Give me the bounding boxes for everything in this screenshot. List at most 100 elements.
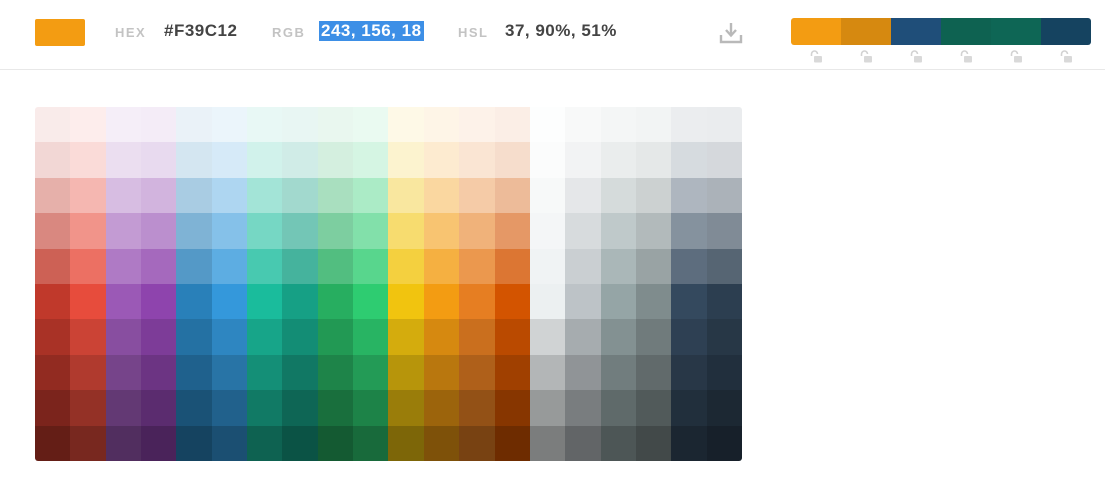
color-cell[interactable] <box>70 319 106 355</box>
color-cell[interactable] <box>141 425 177 461</box>
color-cell[interactable] <box>211 142 248 178</box>
color-cell[interactable] <box>565 284 601 320</box>
color-cell[interactable] <box>247 390 283 426</box>
palette-color-6[interactable] <box>1041 18 1091 45</box>
palette-color-1[interactable] <box>791 18 841 45</box>
color-cell[interactable] <box>353 319 389 355</box>
color-cell[interactable] <box>282 213 318 249</box>
download-icon[interactable] <box>718 20 744 46</box>
color-cell[interactable] <box>317 390 354 426</box>
color-cell[interactable] <box>211 284 248 320</box>
color-cell[interactable] <box>706 177 742 214</box>
color-cell[interactable] <box>105 213 142 249</box>
color-cell[interactable] <box>423 177 460 214</box>
color-cell[interactable] <box>247 213 283 249</box>
color-cell[interactable] <box>70 390 106 426</box>
color-cell[interactable] <box>459 248 495 284</box>
color-cell[interactable] <box>141 354 177 391</box>
color-cell[interactable] <box>565 177 601 214</box>
color-cell[interactable] <box>494 177 530 214</box>
color-cell[interactable] <box>706 142 742 178</box>
color-cell[interactable] <box>494 248 530 284</box>
color-cell[interactable] <box>282 142 318 178</box>
color-cell[interactable] <box>388 284 424 320</box>
color-cell[interactable] <box>459 142 495 178</box>
color-cell[interactable] <box>317 142 354 178</box>
color-cell[interactable] <box>494 390 530 426</box>
color-cell[interactable] <box>105 319 142 355</box>
color-cell[interactable] <box>459 284 495 320</box>
color-cell[interactable] <box>671 390 707 426</box>
hsl-value[interactable]: 37, 90%, 51% <box>505 21 617 41</box>
unlock-icon[interactable] <box>891 50 941 64</box>
color-cell[interactable] <box>494 142 530 178</box>
color-cell[interactable] <box>35 177 71 214</box>
color-cell[interactable] <box>211 248 248 284</box>
color-cell[interactable] <box>671 107 707 143</box>
unlock-icon[interactable] <box>791 50 841 64</box>
color-cell[interactable] <box>706 107 742 143</box>
color-cell[interactable] <box>494 425 530 461</box>
color-cell[interactable] <box>600 107 636 143</box>
color-cell[interactable] <box>70 213 106 249</box>
color-cell[interactable] <box>459 354 495 391</box>
color-cell[interactable] <box>671 284 707 320</box>
color-cell[interactable] <box>529 107 566 143</box>
color-cell[interactable] <box>317 425 354 461</box>
color-cell[interactable] <box>529 390 566 426</box>
color-cell[interactable] <box>671 248 707 284</box>
color-cell[interactable] <box>141 142 177 178</box>
color-cell[interactable] <box>529 425 566 461</box>
color-cell[interactable] <box>211 177 248 214</box>
color-cell[interactable] <box>635 284 672 320</box>
color-cell[interactable] <box>35 390 71 426</box>
color-cell[interactable] <box>423 248 460 284</box>
color-cell[interactable] <box>494 319 530 355</box>
hex-value[interactable]: #F39C12 <box>164 21 237 41</box>
color-cell[interactable] <box>635 390 672 426</box>
color-cell[interactable] <box>600 354 636 391</box>
color-cell[interactable] <box>70 107 106 143</box>
color-cell[interactable] <box>176 319 212 355</box>
color-cell[interactable] <box>600 425 636 461</box>
color-cell[interactable] <box>247 319 283 355</box>
color-cell[interactable] <box>282 319 318 355</box>
color-cell[interactable] <box>529 248 566 284</box>
color-cell[interactable] <box>494 107 530 143</box>
color-cell[interactable] <box>600 142 636 178</box>
color-cell[interactable] <box>423 390 460 426</box>
color-cell[interactable] <box>282 425 318 461</box>
color-cell[interactable] <box>353 354 389 391</box>
color-cell[interactable] <box>494 213 530 249</box>
current-color-swatch[interactable] <box>35 19 85 46</box>
color-cell[interactable] <box>565 248 601 284</box>
color-cell[interactable] <box>317 319 354 355</box>
color-cell[interactable] <box>565 425 601 461</box>
color-cell[interactable] <box>671 319 707 355</box>
color-cell[interactable] <box>141 390 177 426</box>
unlock-icon[interactable] <box>1041 50 1091 64</box>
color-cell[interactable] <box>529 284 566 320</box>
color-cell[interactable] <box>600 284 636 320</box>
color-cell[interactable] <box>70 354 106 391</box>
color-cell[interactable] <box>105 390 142 426</box>
color-cell[interactable] <box>423 425 460 461</box>
color-cell[interactable] <box>706 248 742 284</box>
color-cell[interactable] <box>423 284 460 320</box>
color-cell[interactable] <box>388 107 424 143</box>
color-cell[interactable] <box>494 284 530 320</box>
color-cell[interactable] <box>176 248 212 284</box>
color-cell[interactable] <box>529 142 566 178</box>
color-cell[interactable] <box>353 248 389 284</box>
color-cell[interactable] <box>388 354 424 391</box>
color-cell[interactable] <box>105 142 142 178</box>
color-cell[interactable] <box>706 425 742 461</box>
color-cell[interactable] <box>565 142 601 178</box>
color-cell[interactable] <box>529 354 566 391</box>
color-cell[interactable] <box>211 107 248 143</box>
color-cell[interactable] <box>211 319 248 355</box>
color-cell[interactable] <box>105 248 142 284</box>
color-cell[interactable] <box>459 177 495 214</box>
color-cell[interactable] <box>105 354 142 391</box>
color-cell[interactable] <box>600 177 636 214</box>
